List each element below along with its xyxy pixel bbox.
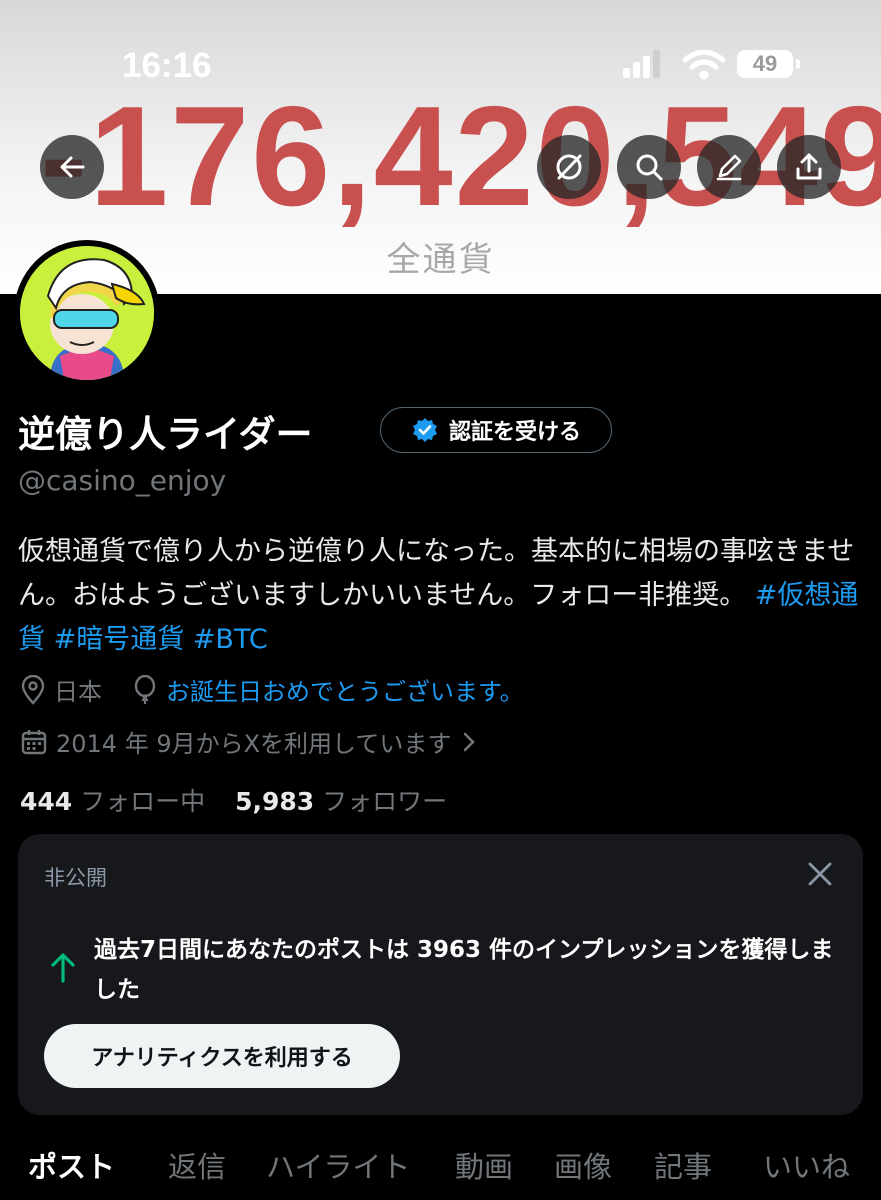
verified-badge-icon (412, 418, 437, 442)
get-verified-label: 認証を受ける (448, 420, 581, 445)
tab-likes[interactable]: いいね (763, 1144, 850, 1186)
close-icon[interactable] (806, 860, 834, 888)
avatar-image (20, 246, 154, 380)
profile-bio: 仮想通貨で億り人から逆億り人になった。基本的に相場の事呟きません。おはようござい… (18, 530, 868, 662)
followers-count: 5,983 (235, 787, 315, 816)
grok-icon (556, 154, 582, 180)
back-arrow-icon (60, 156, 85, 178)
avatar-illustration (20, 246, 154, 380)
followers-label: フォロワー (322, 787, 448, 816)
share-button[interactable] (777, 135, 841, 199)
display-name: 逆億り人ライダー (18, 413, 313, 456)
tab-posts[interactable]: ポスト (28, 1144, 115, 1186)
joined-text: 2014 年 9月からXを利用しています (56, 730, 452, 758)
profile-tabs: ポスト 返信 ハイライト 動画 画像 記事 いいね (0, 1144, 881, 1200)
get-verified-button[interactable]: 認証を受ける (380, 407, 612, 453)
trend-up-arrow-icon (51, 953, 75, 983)
location-text: 日本 (54, 678, 102, 706)
private-impressions-card: 非公開 過去7日間にあなたのポストは 3963 件のインプレッションを獲得しまし… (18, 834, 863, 1115)
birthday-link[interactable]: お誕生日おめでとうございます。 (166, 672, 524, 707)
following-link[interactable]: 444 フォロー中 (20, 787, 205, 816)
search-icon (636, 154, 663, 181)
impressions-message: 過去7日間にあなたのポストは 3963 件のインプレッションを獲得しました (94, 937, 834, 1003)
chevron-right-icon (464, 732, 476, 751)
private-label: 非公開 (44, 866, 107, 890)
wifi-icon (683, 50, 725, 80)
location-birthday-row: 日本 お誕生日おめでとうございます。 (20, 672, 524, 707)
tab-articles[interactable]: 記事 (654, 1144, 712, 1186)
use-analytics-button[interactable]: アナリティクスを利用する (44, 1024, 400, 1088)
profile-avatar[interactable] (14, 240, 160, 386)
bio-text: 仮想通貨で億り人から逆億り人になった。基本的に相場の事呟きません。おはようござい… (18, 536, 855, 611)
following-count: 444 (20, 787, 73, 816)
user-handle: @casino_enjoy (18, 464, 227, 497)
status-time: 16:16 (122, 46, 212, 85)
signal-icon (623, 50, 660, 78)
hashtag-link[interactable]: #BTC (193, 624, 268, 655)
search-button[interactable] (617, 135, 681, 199)
compose-button[interactable] (697, 135, 761, 199)
following-label: フォロー中 (80, 787, 206, 816)
grok-button[interactable] (537, 135, 601, 199)
followers-link[interactable]: 5,983 フォロワー (235, 787, 447, 816)
calendar-icon (21, 729, 47, 754)
tab-highlights[interactable]: ハイライト (266, 1144, 410, 1186)
share-icon (796, 153, 822, 180)
battery-nub (796, 59, 800, 69)
tab-videos[interactable]: 動画 (455, 1144, 513, 1186)
hashtag-link[interactable]: #暗号通貨 (54, 624, 185, 655)
battery-indicator: 49 (737, 50, 793, 78)
tab-images[interactable]: 画像 (554, 1144, 612, 1186)
compose-icon (716, 154, 742, 181)
joined-row[interactable]: 2014 年 9月からXを利用しています (20, 724, 485, 759)
back-button[interactable] (40, 135, 104, 199)
location-pin-icon (21, 674, 45, 705)
balloon-icon (134, 674, 156, 704)
follow-counts: 444 フォロー中 5,983 フォロワー (20, 782, 447, 818)
tab-replies[interactable]: 返信 (168, 1144, 226, 1186)
